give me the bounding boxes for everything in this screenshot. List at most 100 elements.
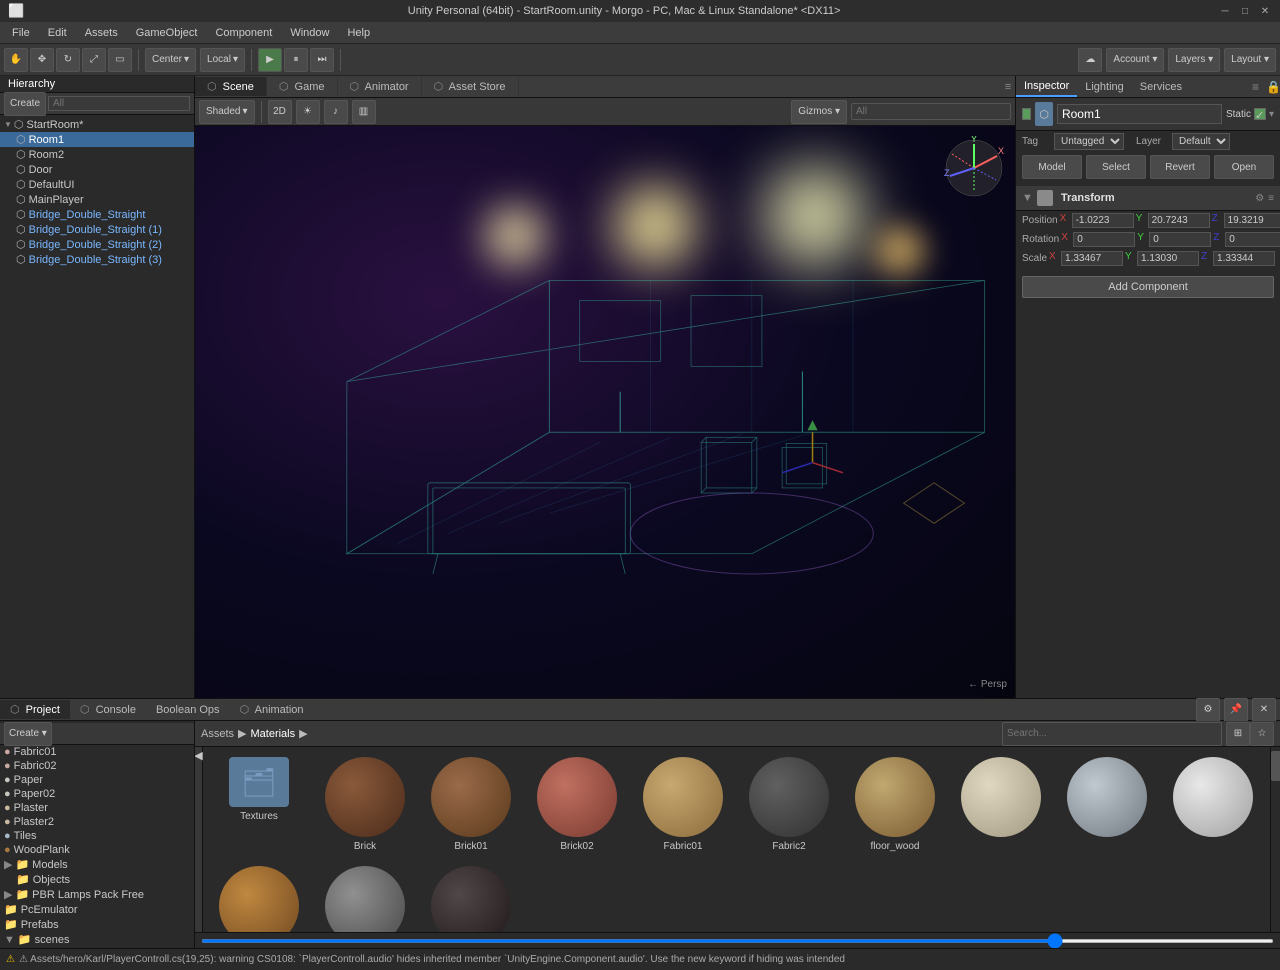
filter-btn[interactable]: ☆ [1250,722,1274,746]
menu-window[interactable]: Window [282,25,337,41]
tree-item-tiles[interactable]: ● Tiles [0,829,194,843]
tree-item-plaster2[interactable]: ● Plaster2 [0,815,194,829]
tab-services[interactable]: Services [1132,78,1190,96]
menu-edit[interactable]: Edit [40,25,75,41]
hierarchy-item-door[interactable]: ⬡ Door [0,162,194,177]
scale-y[interactable] [1137,251,1199,266]
tree-item-fabric02[interactable]: ● Fabric02 [0,759,194,773]
position-y[interactable] [1148,213,1210,228]
asset-item-brick02[interactable]: Brick02 [527,753,627,856]
cloud-button[interactable]: ☁ [1078,48,1102,72]
hand-tool-button[interactable]: ✋ [4,48,28,72]
step-button[interactable]: ⏭ [310,48,334,72]
hierarchy-item-bridge2[interactable]: ⬡ Bridge_Double_Straight (1) [0,222,194,237]
tag-dropdown[interactable]: Untagged [1054,133,1124,150]
asset-item-floor-wood[interactable]: floor_wood [845,753,945,856]
static-dropdown[interactable]: ▾ [1269,109,1274,120]
rotate-tool-button[interactable]: ↻ [56,48,80,72]
maximize-button[interactable]: □ [1238,4,1252,18]
bottom-close-btn[interactable]: ✕ [1252,698,1276,722]
tab-project[interactable]: ⬡ Project [0,700,70,719]
hierarchy-item-bridge1[interactable]: ⬡ Bridge_Double_Straight [0,207,194,222]
asset-item-brick[interactable]: Brick [315,753,415,856]
gizmos-dropdown[interactable]: Gizmos ▾ [791,100,847,124]
move-tool-button[interactable]: ✥ [30,48,54,72]
asset-item-fabric01[interactable]: Fabric01 [633,753,733,856]
position-x[interactable] [1072,213,1134,228]
asset-item-textures[interactable]: 🗂 Textures [209,753,309,856]
select-button[interactable]: Select [1086,155,1146,179]
tree-item-plaster[interactable]: ● Plaster [0,801,194,815]
object-icon-btn[interactable]: ⬡ [1035,102,1053,126]
open-button[interactable]: Open [1214,155,1274,179]
pause-button[interactable]: ⏸ [284,48,308,72]
menu-help[interactable]: Help [339,25,378,41]
menu-file[interactable]: File [4,25,38,41]
object-name-input[interactable] [1057,104,1222,124]
asset-item-mat-r2-4[interactable] [209,862,309,932]
scroll-left-btn[interactable]: ◀ [195,747,203,932]
tree-item-models[interactable]: ▶ 📁 Models [0,857,194,872]
hierarchy-search[interactable] [48,96,190,111]
hierarchy-tab[interactable]: Hierarchy [0,76,63,92]
close-button[interactable]: ✕ [1258,4,1272,18]
tree-item-prefabs[interactable]: 📁 Prefabs [0,917,194,932]
scene-viewport[interactable]: X Y Z ← Persp [195,126,1015,698]
asset-item-fabric2[interactable]: Fabric2 [739,753,839,856]
hierarchy-item-defaultui[interactable]: ⬡ DefaultUI [0,177,194,192]
scale-tool-button[interactable]: ⤢ [82,48,106,72]
center-button[interactable]: Center ▾ [145,48,196,72]
tree-item-fabric01[interactable]: ● Fabric01 [0,745,194,759]
tab-console[interactable]: ⬡ Console [70,700,146,719]
project-create-btn[interactable]: Create ▾ [4,722,52,746]
tab-game[interactable]: ⬡ Game [267,77,338,96]
asset-item-mat-r2-1[interactable] [951,753,1051,856]
revert-button[interactable]: Revert [1150,155,1210,179]
scrollbar-thumb[interactable] [1271,751,1280,781]
tree-item-objects[interactable]: 📁 Objects [0,872,194,887]
static-checkbox[interactable]: ✓ [1254,108,1266,120]
rotation-x[interactable] [1073,232,1135,247]
tree-item-scenes[interactable]: ▼ 📁 scenes [0,932,194,947]
layout-dropdown[interactable]: Layout ▾ [1224,48,1276,72]
menu-gameobject[interactable]: GameObject [128,25,206,41]
search-options-btn[interactable]: ⊞ [1226,722,1250,746]
scene-search[interactable] [851,103,1011,120]
inspector-lock[interactable]: 🔒 [1266,80,1280,94]
asset-item-brick01[interactable]: Brick01 [421,753,521,856]
2d-toggle[interactable]: 2D [268,100,292,124]
tab-animation[interactable]: ⬡ Animation [230,700,314,719]
play-button[interactable]: ▶ [258,48,282,72]
lighting-toggle[interactable]: ☀ [296,100,320,124]
tab-boolean-ops[interactable]: Boolean Ops [146,701,230,719]
hierarchy-item-room2[interactable]: ⬡ Room2 [0,147,194,162]
zoom-slider[interactable] [201,939,1274,943]
hierarchy-create-btn[interactable]: Create [4,92,46,116]
hierarchy-item-startroom[interactable]: ▼ ⬡ StartRoom* [0,117,194,132]
transform-more[interactable]: ≡ [1268,193,1274,204]
asset-search-input[interactable] [1002,722,1222,746]
tree-item-paper02[interactable]: ● Paper02 [0,787,194,801]
tree-item-pcemulator[interactable]: 📁 PcEmulator [0,902,194,917]
asset-item-mat-r2-5[interactable] [315,862,415,932]
transform-expand[interactable]: ▼ [1022,192,1033,204]
asset-item-mat-r2-3[interactable] [1163,753,1263,856]
layers-dropdown[interactable]: Layers ▾ [1168,48,1220,72]
layer-dropdown[interactable]: Default [1172,133,1230,150]
tree-item-pbr[interactable]: ▶ 📁 PBR Lamps Pack Free [0,887,194,902]
account-dropdown[interactable]: Account ▾ [1106,48,1164,72]
rotation-z[interactable] [1225,232,1280,247]
inspector-options[interactable]: ≡ [1252,80,1266,94]
tab-lighting[interactable]: Lighting [1077,78,1132,96]
tab-scene[interactable]: ⬡ Scene [195,77,267,96]
scene-panel-options[interactable]: ≡ [1001,81,1015,93]
tree-item-paper[interactable]: ● Paper [0,773,194,787]
scale-x[interactable] [1061,251,1123,266]
rect-tool-button[interactable]: ▭ [108,48,132,72]
menu-component[interactable]: Component [207,25,280,41]
hierarchy-item-mainplayer[interactable]: ⬡ MainPlayer [0,192,194,207]
hierarchy-item-bridge3[interactable]: ⬡ Bridge_Double_Straight (2) [0,237,194,252]
transform-options[interactable]: ⚙ [1255,193,1264,204]
asset-scrollbar[interactable] [1270,747,1280,932]
menu-assets[interactable]: Assets [77,25,126,41]
